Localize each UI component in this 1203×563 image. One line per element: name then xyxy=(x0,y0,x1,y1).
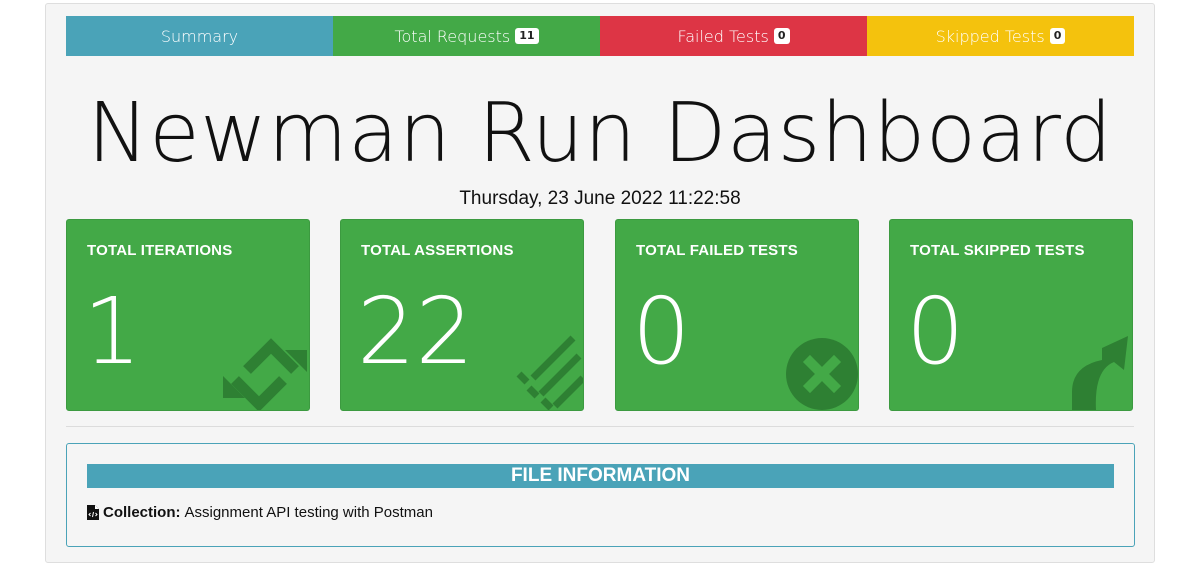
card-total-failed-tests: TOTAL FAILED TESTS 0 xyxy=(615,219,859,411)
tab-failed-tests-label: Failed Tests xyxy=(677,26,769,46)
card-value: 0 xyxy=(906,278,965,385)
card-total-iterations: TOTAL ITERATIONS 1 xyxy=(66,219,310,411)
collection-value: Assignment API testing with Postman xyxy=(184,504,433,521)
card-total-assertions: TOTAL ASSERTIONS 22 xyxy=(340,219,584,411)
nav-tabs: Summary Total Requests 11 Failed Tests 0… xyxy=(66,16,1134,56)
card-value: 0 xyxy=(632,278,691,385)
card-label: TOTAL ASSERTIONS xyxy=(361,242,514,259)
tab-total-requests[interactable]: Total Requests 11 xyxy=(333,16,600,56)
file-information-header: FILE INFORMATION xyxy=(87,464,1114,488)
dashboard-container: Summary Total Requests 11 Failed Tests 0… xyxy=(45,3,1155,563)
page-title: Newman Run Dashboard xyxy=(87,86,1113,181)
file-information-panel: FILE INFORMATION Collection: Assignment … xyxy=(66,443,1135,547)
tab-skipped-tests-label: Skipped Tests xyxy=(935,26,1045,46)
section-divider xyxy=(66,426,1134,427)
collection-label: Collection: xyxy=(103,504,181,521)
card-label: TOTAL FAILED TESTS xyxy=(636,242,798,259)
share-arrow-icon xyxy=(1072,336,1128,410)
summary-cards: TOTAL ITERATIONS 1 TOTAL ASSERTIONS 22 T… xyxy=(66,219,1134,411)
file-code-icon xyxy=(87,505,99,520)
sync-icon xyxy=(223,338,307,410)
card-total-skipped-tests: TOTAL SKIPPED TESTS 0 xyxy=(889,219,1133,411)
tab-summary-label: Summary xyxy=(160,26,239,46)
card-label: TOTAL ITERATIONS xyxy=(87,242,233,259)
times-circle-icon xyxy=(786,338,858,410)
card-value: 22 xyxy=(357,278,475,385)
failed-tests-badge: 0 xyxy=(773,28,790,44)
tasks-icon xyxy=(516,335,583,410)
total-requests-badge: 11 xyxy=(515,28,539,44)
tab-summary[interactable]: Summary xyxy=(66,16,333,56)
tab-skipped-tests[interactable]: Skipped Tests 0 xyxy=(867,16,1134,56)
card-label: TOTAL SKIPPED TESTS xyxy=(910,242,1085,259)
run-timestamp: Thursday, 23 June 2022 11:22:58 xyxy=(459,188,741,209)
tab-failed-tests[interactable]: Failed Tests 0 xyxy=(600,16,867,56)
collection-row: Collection: Assignment API testing with … xyxy=(87,504,433,521)
skipped-tests-badge: 0 xyxy=(1049,28,1066,44)
tab-total-requests-label: Total Requests xyxy=(394,26,511,46)
card-value: 1 xyxy=(83,278,142,385)
